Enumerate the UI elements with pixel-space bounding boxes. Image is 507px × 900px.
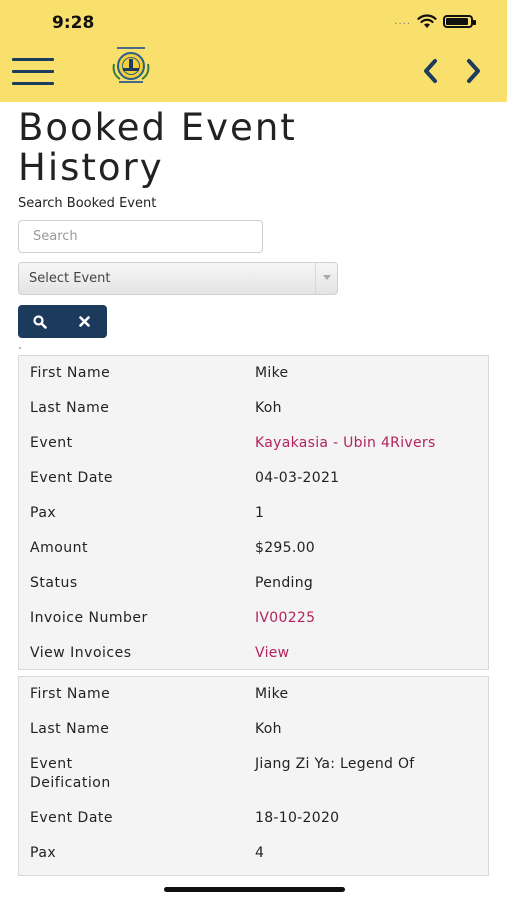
hamburger-menu-icon[interactable] bbox=[12, 58, 54, 86]
detail-label: Last Name bbox=[30, 721, 110, 737]
event-value: Jiang Zi Ya: Legend Of bbox=[255, 756, 415, 772]
clear-button[interactable] bbox=[62, 305, 106, 338]
search-input[interactable] bbox=[18, 220, 263, 253]
event-value-continued: Deification bbox=[30, 775, 111, 791]
detail-value: Mike bbox=[255, 686, 289, 702]
home-indicator[interactable] bbox=[164, 887, 345, 892]
detail-label: First Name bbox=[30, 686, 111, 702]
select-event-label: Select Event bbox=[29, 271, 111, 286]
status-icons: .... bbox=[394, 14, 476, 29]
search-button[interactable] bbox=[18, 305, 62, 338]
detail-label: View Invoices bbox=[30, 645, 132, 661]
detail-value: 4 bbox=[255, 845, 265, 861]
search-icon bbox=[33, 314, 47, 329]
divider-dot bbox=[19, 347, 21, 349]
chevron-right-icon[interactable] bbox=[462, 57, 484, 85]
search-button-group bbox=[18, 305, 107, 338]
detail-label: Invoice Number bbox=[30, 610, 148, 626]
detail-value: Mike bbox=[255, 365, 289, 381]
booking-card: First Name Mike Last Name Koh Event Kaya… bbox=[18, 355, 489, 670]
detail-value: $295.00 bbox=[255, 540, 315, 556]
event-link[interactable]: Kayakasia - Ubin 4Rivers bbox=[255, 434, 485, 453]
detail-label: Event Date bbox=[30, 470, 114, 486]
organization-crest-logo bbox=[112, 47, 150, 83]
signal-dots: .... bbox=[394, 16, 411, 27]
search-caption: Search Booked Event bbox=[18, 196, 157, 211]
detail-label: First Name bbox=[30, 365, 111, 381]
detail-label: Event Date bbox=[30, 810, 114, 826]
detail-value: 18-10-2020 bbox=[255, 810, 340, 826]
page-title: Booked Event History bbox=[18, 106, 297, 189]
chevron-down-icon bbox=[315, 263, 337, 294]
status-time: 9:28 bbox=[52, 13, 95, 33]
booking-card: First Name Mike Last Name Koh Event Jian… bbox=[18, 676, 489, 876]
status-bar: 9:28 .... bbox=[0, 0, 507, 44]
view-invoice-link[interactable]: View bbox=[255, 644, 485, 663]
status-value: Pending bbox=[255, 575, 314, 591]
detail-label: Event bbox=[30, 756, 73, 772]
invoice-number-link[interactable]: IV00225 bbox=[255, 609, 485, 628]
chevron-left-icon[interactable] bbox=[420, 57, 442, 85]
detail-value: Koh bbox=[255, 721, 282, 737]
detail-label: Pax bbox=[30, 845, 57, 861]
detail-value: Koh bbox=[255, 400, 282, 416]
detail-label: Event bbox=[30, 435, 73, 451]
close-icon bbox=[78, 316, 90, 327]
detail-label: Status bbox=[30, 575, 78, 591]
app-bar bbox=[0, 44, 507, 102]
wifi-icon bbox=[417, 14, 437, 28]
detail-label: Pax bbox=[30, 505, 57, 521]
detail-value: 1 bbox=[255, 505, 265, 521]
select-event-dropdown[interactable]: Select Event bbox=[18, 262, 338, 295]
detail-label: Amount bbox=[30, 540, 89, 556]
battery-icon bbox=[443, 15, 476, 28]
detail-label: Last Name bbox=[30, 400, 110, 416]
detail-value: 04-03-2021 bbox=[255, 470, 340, 486]
